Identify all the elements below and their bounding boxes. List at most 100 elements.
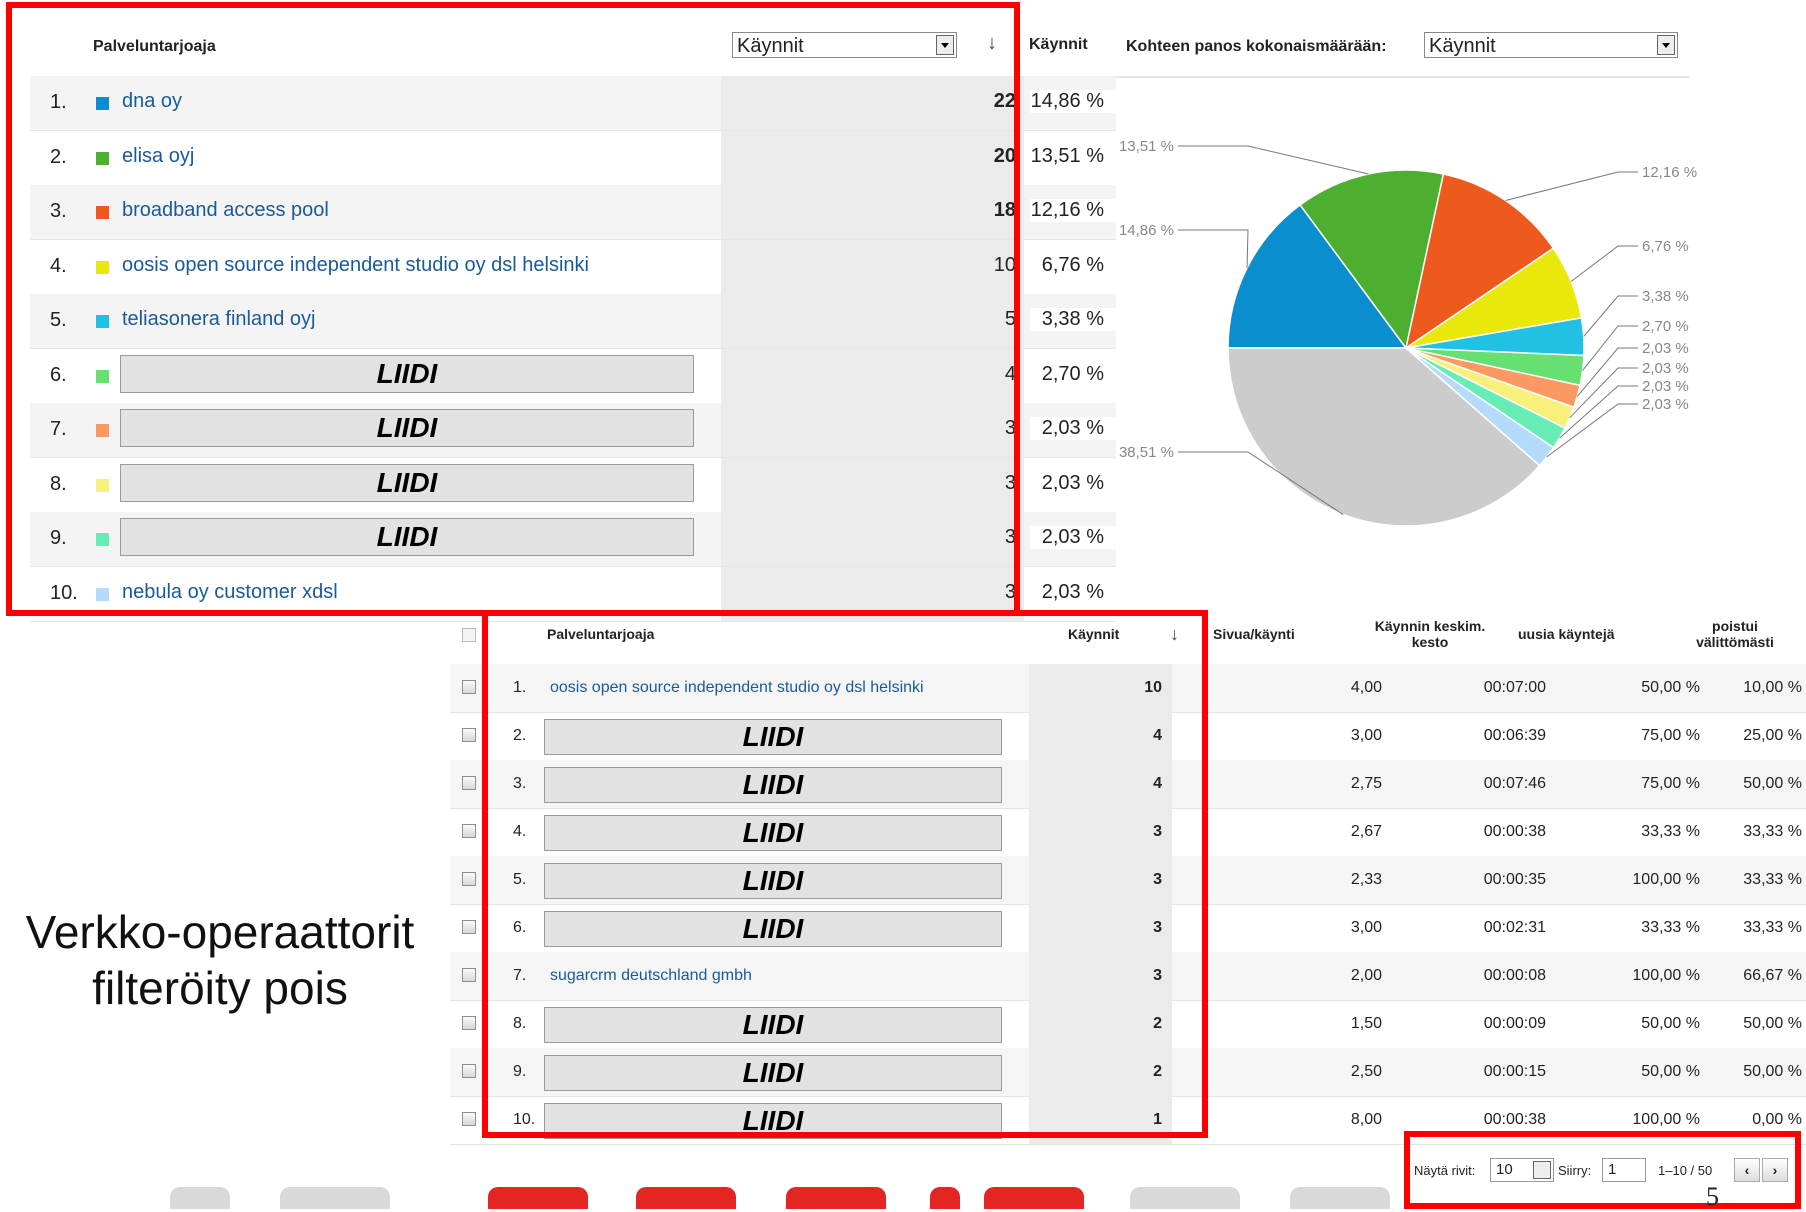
pie-slice-label: 38,51 %: [1119, 444, 1174, 461]
percent-value: 2,03 %: [1030, 471, 1116, 495]
percent-value: 3,38 %: [1030, 308, 1116, 331]
pie-slice-label: 13,51 %: [1119, 140, 1174, 155]
select-all-checkbox[interactable]: [462, 628, 476, 642]
pie-leader-line: [1505, 171, 1638, 201]
pages-per-visit-value: 2,00: [1350, 967, 1382, 984]
bounce-rate-value: 33,33 %: [1743, 871, 1802, 888]
highlight-frame-bottom: [482, 610, 1208, 1138]
bounce-rate-value: 33,33 %: [1743, 823, 1802, 840]
bounce-rate-value: 25,00 %: [1743, 727, 1802, 744]
pages-per-visit-value: 2,75: [1350, 775, 1382, 792]
bounce-rate-value: 50,00 %: [1743, 1063, 1802, 1080]
row-checkbox[interactable]: [462, 824, 476, 838]
bounce-rate-value: 50,00 %: [1743, 1015, 1802, 1032]
bounce-rate-value: 50,00 %: [1743, 775, 1802, 792]
percent-value: 2,03 %: [1030, 417, 1116, 440]
footer-logo-shape: [280, 1187, 390, 1209]
pie-slice-label: 3,38 %: [1642, 288, 1689, 305]
pages-per-visit-value: 2,33: [1350, 871, 1382, 888]
footer-logo-shape: [170, 1187, 230, 1209]
avg-duration-value: 00:06:39: [1483, 727, 1546, 744]
contribution-select-value: Käynnit: [1429, 35, 1496, 57]
bounce-rate-value: 10,00 %: [1743, 679, 1802, 696]
pages-per-visit-value: 2,50: [1350, 1063, 1382, 1080]
pie-slice-label: 2,03 %: [1642, 378, 1689, 395]
percent-value: 6,76 %: [1030, 253, 1116, 277]
pie-leader-line: [1178, 145, 1369, 175]
row-checkbox[interactable]: [462, 920, 476, 934]
avg-duration-value: 00:00:38: [1483, 1111, 1546, 1128]
pie-leader-line: [1570, 245, 1638, 282]
avg-duration-value: 00:00:09: [1483, 1015, 1546, 1032]
new-visits-value: 33,33 %: [1641, 919, 1700, 936]
pie-slice-label: 2,70 %: [1642, 318, 1689, 335]
footer-logo-shape: [786, 1187, 886, 1209]
slide-number: 5: [1706, 1182, 1719, 1211]
pie-slice-label: 2,03 %: [1642, 360, 1689, 377]
pages-per-visit-value: 1,50: [1350, 1015, 1382, 1032]
highlight-frame-pager: [1404, 1131, 1801, 1209]
new-visits-value: 50,00 %: [1641, 1063, 1700, 1080]
slide-caption: Verkko-operaattorit filteröity pois: [0, 904, 440, 1016]
footer-logo-shape: [636, 1187, 736, 1209]
avg-duration-value: 00:00:35: [1483, 871, 1546, 888]
pages-per-visit-value: 3,00: [1350, 919, 1382, 936]
chevron-down-icon[interactable]: [1657, 35, 1675, 55]
pages-per-visit-value: 8,00: [1350, 1111, 1382, 1128]
avg-duration-header[interactable]: Käynnin keskim. kesto: [1350, 618, 1510, 650]
new-visits-header[interactable]: uusia käyntejä: [1518, 626, 1615, 642]
pie-leader-line: [1178, 229, 1249, 268]
new-visits-value: 50,00 %: [1641, 1015, 1700, 1032]
avg-duration-header-line2: kesto: [1411, 634, 1449, 650]
row-checkbox[interactable]: [462, 968, 476, 982]
row-checkbox[interactable]: [462, 728, 476, 742]
highlight-frame-top: [6, 2, 1020, 616]
pie-leader-line: [1576, 347, 1638, 397]
avg-duration-value: 00:00:38: [1483, 823, 1546, 840]
row-checkbox[interactable]: [462, 680, 476, 694]
new-visits-value: 100,00 %: [1632, 871, 1700, 888]
avg-duration-value: 00:07:00: [1483, 679, 1546, 696]
pie-slice-label: 6,76 %: [1642, 238, 1689, 255]
avg-duration-header-line1: Käynnin keskim.: [1374, 618, 1486, 634]
bounce-rate-value: 33,33 %: [1743, 919, 1802, 936]
avg-duration-value: 00:00:08: [1483, 967, 1546, 984]
new-visits-value: 50,00 %: [1641, 679, 1700, 696]
row-checkbox[interactable]: [462, 1016, 476, 1030]
row-checkbox[interactable]: [462, 1064, 476, 1078]
caption-line-2: filteröity pois: [92, 962, 348, 1014]
row-checkbox[interactable]: [462, 872, 476, 886]
pie-slice-label: 14,86 %: [1119, 222, 1174, 239]
bounce-rate-header-line2: välittömästi: [1696, 634, 1774, 650]
footer-logo-shape: [1130, 1187, 1240, 1209]
row-checkbox[interactable]: [462, 1112, 476, 1126]
percent-value: 14,86 %: [1030, 90, 1116, 113]
percent-value: 13,51 %: [1030, 144, 1116, 168]
bounce-rate-header[interactable]: poistui välittömästi: [1670, 618, 1800, 650]
pie-slice-label: 2,03 %: [1642, 340, 1689, 357]
pages-per-visit-value: 4,00: [1350, 679, 1382, 696]
pie-chart: 14,86 % 13,51 % 12,16 % 6,76 % 3,38 % 2,70 % 2…: [1119, 140, 1697, 527]
bounce-rate-header-line1: poistui: [1712, 618, 1758, 634]
pie-header-divider: [1116, 76, 1690, 78]
percent-value: 2,03 %: [1030, 526, 1116, 549]
contribution-metric-select[interactable]: Käynnit: [1424, 32, 1678, 58]
avg-duration-value: 00:02:31: [1483, 919, 1546, 936]
pages-per-visit-value: 2,67: [1350, 823, 1382, 840]
pages-per-visit-header[interactable]: Sivua/käynti: [1213, 626, 1295, 642]
row-checkbox[interactable]: [462, 776, 476, 790]
pages-per-visit-value: 3,00: [1350, 727, 1382, 744]
avg-duration-value: 00:00:15: [1483, 1063, 1546, 1080]
new-visits-value: 33,33 %: [1641, 823, 1700, 840]
new-visits-value: 75,00 %: [1641, 727, 1700, 744]
visits-column-header[interactable]: Käynnit: [1029, 36, 1088, 54]
footer-logo-shape: [984, 1187, 1084, 1209]
contribution-label: Kohteen panos kokonaismäärään:: [1126, 38, 1387, 55]
percent-value: 2,70 %: [1030, 362, 1116, 386]
pie-slice-label: 12,16 %: [1642, 164, 1697, 181]
caption-line-1: Verkko-operaattorit: [25, 906, 415, 958]
footer-logo-shape: [930, 1187, 960, 1209]
footer-logo-shape: [1290, 1187, 1390, 1209]
avg-duration-value: 00:07:46: [1483, 775, 1546, 792]
new-visits-value: 100,00 %: [1632, 967, 1700, 984]
